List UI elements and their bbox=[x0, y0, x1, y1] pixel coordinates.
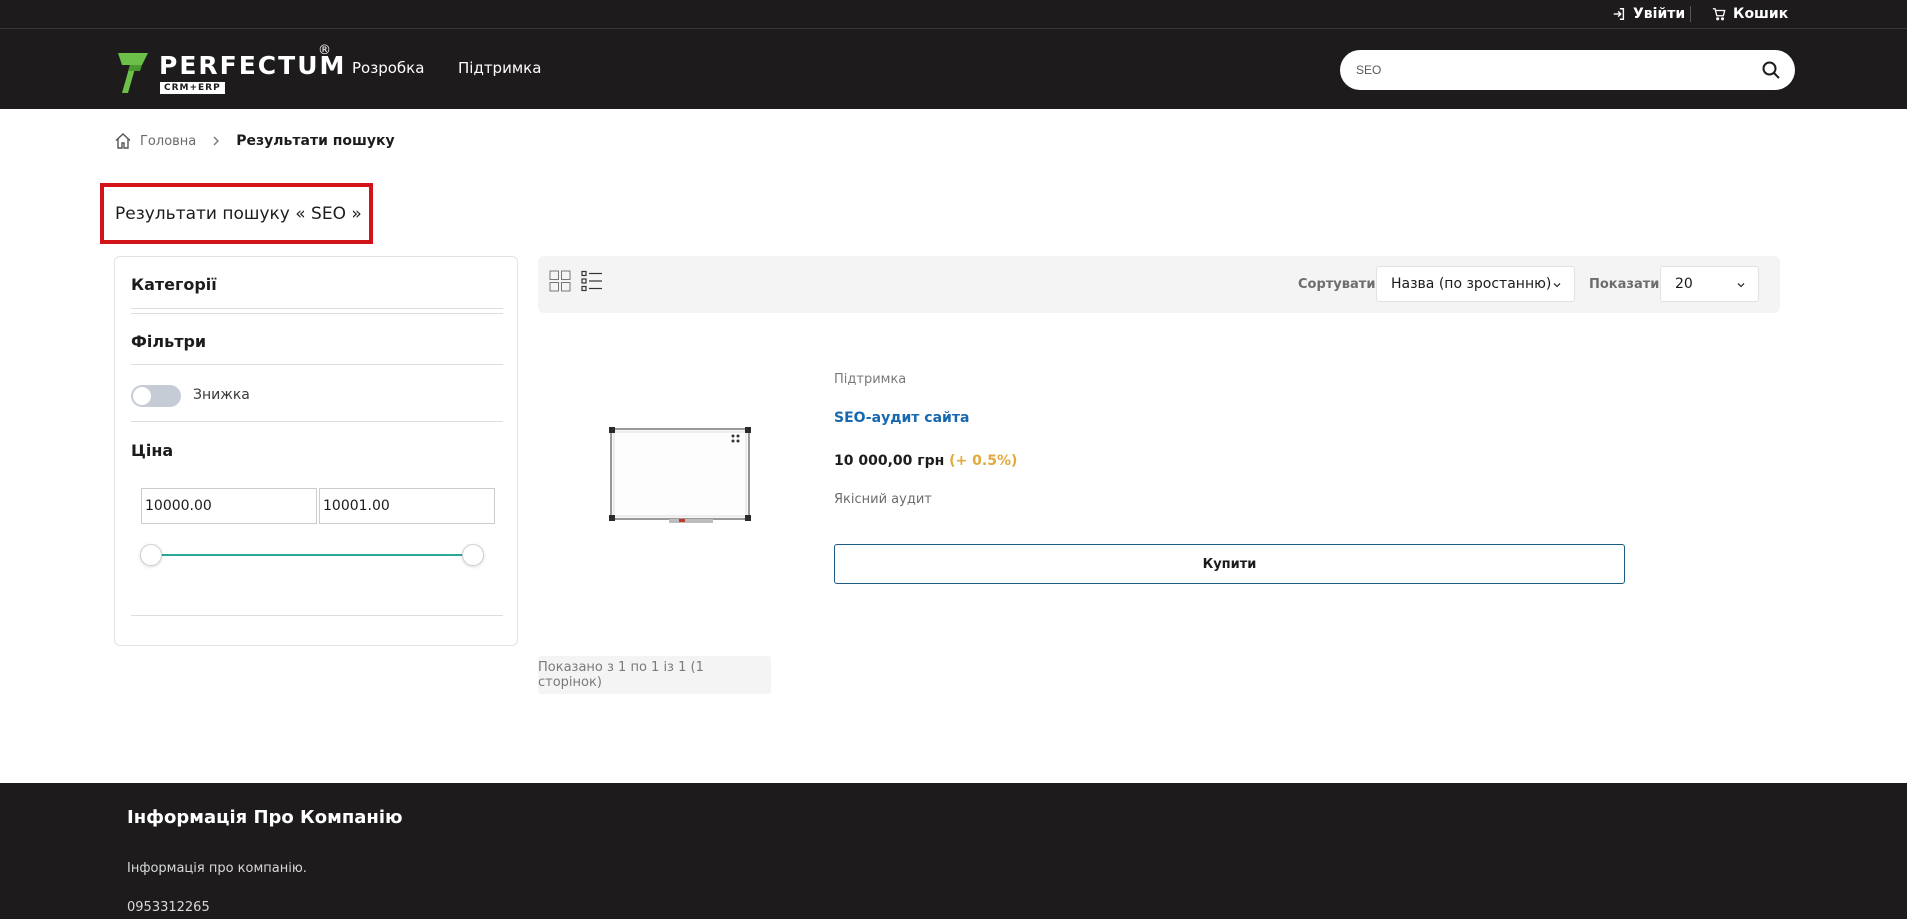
show-value: 20 bbox=[1675, 276, 1693, 292]
login-icon bbox=[1613, 8, 1625, 20]
topbar-divider bbox=[1690, 6, 1691, 22]
filters-heading: Фільтри bbox=[131, 332, 207, 351]
sort-value: Назва (по зростанню) bbox=[1391, 276, 1552, 292]
nav-item-development[interactable]: Розробка bbox=[352, 59, 424, 77]
search-input[interactable] bbox=[1356, 60, 1736, 80]
footer-title: Інформація Про Компанію bbox=[127, 807, 403, 828]
chevron-right-icon bbox=[213, 136, 220, 146]
home-icon[interactable] bbox=[114, 132, 132, 150]
pagination-info: Показано з 1 по 1 із 1 (1 сторінок) bbox=[538, 656, 771, 694]
filter-sidebar: Категорії Фільтри Знижка Ціна bbox=[114, 256, 518, 646]
footer-phone[interactable]: 0953312265 bbox=[127, 900, 210, 915]
breadcrumb: Головна Результати пошуку bbox=[114, 131, 395, 151]
show-count-select[interactable]: 20 bbox=[1660, 266, 1759, 302]
discount-label: Знижка bbox=[193, 387, 250, 403]
page-title: Результати пошуку « SEO » bbox=[115, 204, 362, 224]
search-icon[interactable] bbox=[1761, 60, 1781, 80]
divider bbox=[131, 615, 503, 616]
top-bar: Увійти Кошик bbox=[0, 0, 1907, 29]
price-slider-max-handle[interactable] bbox=[462, 544, 484, 566]
divider bbox=[131, 308, 503, 309]
toggle-knob bbox=[133, 387, 151, 405]
logo-mark-icon bbox=[118, 53, 148, 93]
grid-view-icon[interactable] bbox=[549, 270, 571, 292]
divider bbox=[131, 364, 503, 365]
chevron-down-icon bbox=[1737, 283, 1745, 288]
breadcrumb-home-link[interactable]: Головна bbox=[140, 134, 196, 149]
footer-info-text: Інформація про компанію. bbox=[127, 861, 307, 876]
price-slider-min-handle[interactable] bbox=[140, 544, 162, 566]
price-max-input[interactable] bbox=[319, 488, 495, 524]
results-toolbar: Сортувати Назва (по зростанню) Показати … bbox=[538, 256, 1780, 313]
breadcrumb-current: Результати пошуку bbox=[236, 133, 395, 149]
product-price-value: 10 000,00 грн bbox=[834, 453, 945, 469]
divider bbox=[131, 313, 503, 314]
product-description: Якісний аудит bbox=[834, 492, 932, 507]
categories-heading[interactable]: Категорії bbox=[131, 275, 217, 294]
nav-item-support[interactable]: Підтримка bbox=[458, 59, 541, 77]
cart-icon bbox=[1712, 8, 1726, 21]
logo-subtitle: CRM+ERP bbox=[160, 82, 225, 94]
discount-toggle[interactable] bbox=[131, 385, 181, 407]
buy-button[interactable]: Купити bbox=[834, 544, 1625, 584]
footer: Інформація Про Компанію Інформація про к… bbox=[0, 783, 1907, 919]
product-price: 10 000,00 грн (+ 0.5%) bbox=[834, 453, 1017, 469]
login-link[interactable]: Увійти bbox=[1612, 5, 1685, 23]
search-box bbox=[1340, 50, 1795, 90]
price-heading: Ціна bbox=[131, 441, 174, 460]
login-label: Увійти bbox=[1633, 6, 1686, 22]
header: PERFECTUM ® CRM+ERP Розробка Підтримка bbox=[0, 29, 1907, 109]
sort-label: Сортувати bbox=[1298, 277, 1376, 292]
product-tax: (+ 0.5%) bbox=[949, 453, 1018, 469]
price-min-input[interactable] bbox=[141, 488, 317, 524]
product-title-link[interactable]: SEO-аудит сайта bbox=[834, 410, 969, 426]
list-view-icon[interactable] bbox=[581, 270, 603, 292]
cart-link[interactable]: Кошик bbox=[1712, 5, 1788, 23]
product-image[interactable] bbox=[609, 427, 751, 525]
product-category: Підтримка bbox=[834, 372, 907, 387]
show-label: Показати bbox=[1589, 277, 1660, 292]
price-slider-track[interactable] bbox=[151, 554, 473, 556]
logo-registered-mark: ® bbox=[318, 43, 331, 58]
logo[interactable]: PERFECTUM ® CRM+ERP bbox=[116, 43, 344, 97]
chevron-down-icon bbox=[1553, 283, 1561, 288]
cart-label: Кошик bbox=[1733, 6, 1789, 22]
sort-select[interactable]: Назва (по зростанню) bbox=[1376, 266, 1575, 302]
divider bbox=[131, 421, 503, 422]
